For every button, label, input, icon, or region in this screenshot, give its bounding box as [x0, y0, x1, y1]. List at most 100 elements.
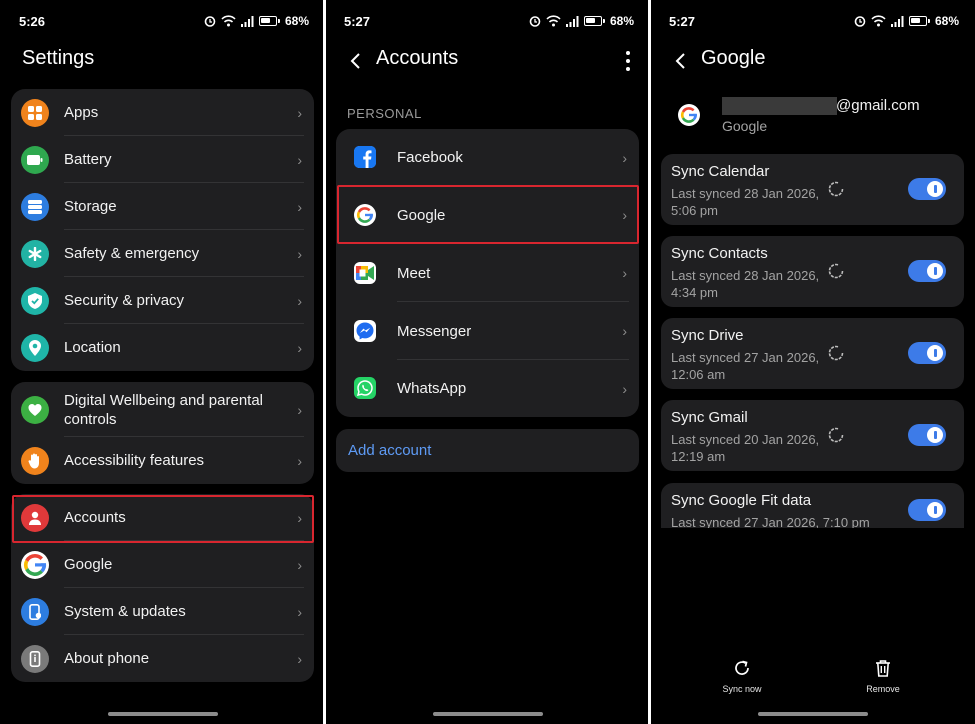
settings-item-label: Safety & emergency	[64, 245, 200, 262]
battery-status-icon	[908, 16, 930, 26]
sync-item-calendar[interactable]: Sync Calendar Last synced 28 Jan 2026, 5…	[661, 154, 964, 225]
settings-item-label: Google	[64, 556, 113, 573]
chevron-right-icon: ›	[297, 292, 302, 309]
settings-item-battery[interactable]: Battery ›	[11, 136, 314, 183]
sync-title: Sync Google Fit data	[671, 492, 812, 509]
accounts-screen: 5:27 68% Accounts PERSONAL Facebook › Go…	[325, 0, 650, 724]
google-icon	[678, 104, 700, 126]
sync-toggle[interactable]	[908, 178, 946, 200]
account-item-facebook[interactable]: Facebook ›	[336, 129, 639, 186]
settings-item-digital-wellbeing[interactable]: Digital Wellbeing and parental controls …	[11, 382, 314, 437]
sync-last-synced: Last synced 20 Jan 2026, 12:19 am	[671, 432, 820, 464]
chevron-right-icon: ›	[297, 650, 302, 667]
sync-toggle[interactable]	[908, 424, 946, 446]
account-label: Facebook	[397, 149, 463, 166]
account-label: Google	[397, 206, 446, 224]
account-label: WhatsApp	[397, 380, 467, 397]
sync-title: Sync Calendar	[671, 163, 770, 180]
chevron-right-icon: ›	[297, 509, 302, 526]
sync-toggle[interactable]	[908, 342, 946, 364]
wifi-icon	[871, 15, 886, 27]
sync-item-google-fit[interactable]: Sync Google Fit data Last synced 27 Jan …	[661, 483, 964, 528]
settings-item-about-phone[interactable]: About phone ›	[11, 635, 314, 682]
google-icon	[354, 204, 376, 226]
settings-item-label: System & updates	[64, 603, 186, 620]
settings-group-2: Digital Wellbeing and parental controls …	[11, 382, 314, 484]
settings-item-label: About phone	[64, 650, 150, 667]
settings-item-label: Accounts	[64, 509, 126, 526]
sync-title: Sync Gmail	[671, 409, 748, 426]
add-account-label: Add account	[348, 442, 432, 459]
panel-divider	[323, 0, 326, 724]
back-arrow-icon[interactable]	[675, 53, 687, 69]
account-item-google[interactable]: Google ›	[336, 186, 639, 244]
account-item-messenger[interactable]: Messenger ›	[336, 302, 639, 360]
sync-icon	[735, 660, 749, 675]
signal-icon	[890, 15, 904, 27]
sync-refresh-icon[interactable]	[826, 343, 846, 363]
settings-item-location[interactable]: Location ›	[11, 324, 314, 371]
sync-refresh-icon[interactable]	[826, 179, 846, 199]
remove-button[interactable]: Remove	[853, 658, 913, 694]
chevron-right-icon: ›	[622, 207, 627, 223]
accounts-list: Facebook › Google › Meet › Messenger › W…	[336, 129, 639, 417]
more-options-icon[interactable]	[626, 51, 630, 71]
settings-item-apps[interactable]: Apps ›	[11, 89, 314, 136]
settings-item-security[interactable]: Security & privacy ›	[11, 277, 314, 324]
sync-item-drive[interactable]: Sync Drive Last synced 27 Jan 2026, 12:0…	[661, 318, 964, 389]
wellbeing-icon	[21, 395, 49, 424]
gesture-navigation-bar[interactable]	[757, 712, 868, 716]
sync-title: Sync Contacts	[671, 245, 768, 262]
sync-item-contacts[interactable]: Sync Contacts Last synced 28 Jan 2026, 4…	[661, 236, 964, 307]
settings-group-3: Accounts › Google › System & updates › A…	[11, 494, 314, 682]
chevron-right-icon: ›	[622, 380, 627, 397]
page-title: Accounts	[376, 47, 459, 69]
settings-item-accounts[interactable]: Accounts ›	[11, 494, 314, 541]
page-title: Google	[701, 47, 766, 69]
settings-item-label: Storage	[64, 198, 117, 215]
back-arrow-icon[interactable]	[350, 53, 362, 69]
wifi-icon	[546, 15, 561, 27]
battery-icon	[21, 145, 49, 174]
settings-item-label: Apps	[64, 104, 99, 121]
account-email: @gmail.com	[836, 97, 920, 114]
account-item-whatsapp[interactable]: WhatsApp ›	[336, 360, 639, 417]
phone-info-icon	[21, 644, 49, 673]
account-item-meet[interactable]: Meet ›	[336, 244, 639, 302]
sync-item-gmail[interactable]: Sync Gmail Last synced 20 Jan 2026, 12:1…	[661, 400, 964, 471]
settings-item-safety[interactable]: Safety & emergency ›	[11, 230, 314, 277]
chevron-right-icon: ›	[297, 151, 302, 168]
chevron-right-icon: ›	[297, 452, 302, 469]
section-header-personal: PERSONAL	[347, 106, 422, 121]
status-bar: 5:27 68%	[344, 12, 634, 30]
settings-item-label: Digital Wellbeing and parental controls	[64, 391, 264, 428]
signal-icon	[565, 15, 579, 27]
settings-item-accessibility[interactable]: Accessibility features ›	[11, 437, 314, 484]
status-time: 5:27	[669, 13, 696, 29]
settings-item-storage[interactable]: Storage ›	[11, 183, 314, 230]
gesture-navigation-bar[interactable]	[432, 712, 543, 716]
sync-now-button[interactable]: Sync now	[712, 658, 772, 694]
settings-screen: 5:26 68% Settings Apps › Battery › Stora…	[0, 0, 325, 724]
alarm-icon	[204, 16, 216, 27]
settings-item-system-updates[interactable]: System & updates ›	[11, 588, 314, 635]
asterisk-icon	[21, 239, 49, 268]
signal-icon	[240, 15, 254, 27]
sync-toggle[interactable]	[908, 499, 946, 521]
google-account-screen: 5:27 68% Google @gmail.com Google Sync C…	[650, 0, 975, 724]
chevron-right-icon: ›	[622, 149, 627, 166]
alarm-icon	[529, 16, 541, 27]
apps-icon	[21, 98, 49, 127]
chevron-right-icon: ›	[622, 265, 627, 281]
settings-group-1: Apps › Battery › Storage › Safety & emer…	[11, 89, 314, 371]
sync-toggle[interactable]	[908, 260, 946, 282]
settings-item-google[interactable]: Google ›	[11, 541, 314, 588]
add-account-button[interactable]: Add account	[336, 429, 639, 472]
alarm-icon	[854, 16, 866, 27]
sync-refresh-icon[interactable]	[826, 261, 846, 281]
battery-percent: 68%	[934, 14, 959, 28]
sync-refresh-icon[interactable]	[826, 425, 846, 445]
chevron-right-icon: ›	[297, 339, 302, 356]
gesture-navigation-bar[interactable]	[107, 712, 218, 716]
chevron-right-icon: ›	[297, 556, 302, 573]
